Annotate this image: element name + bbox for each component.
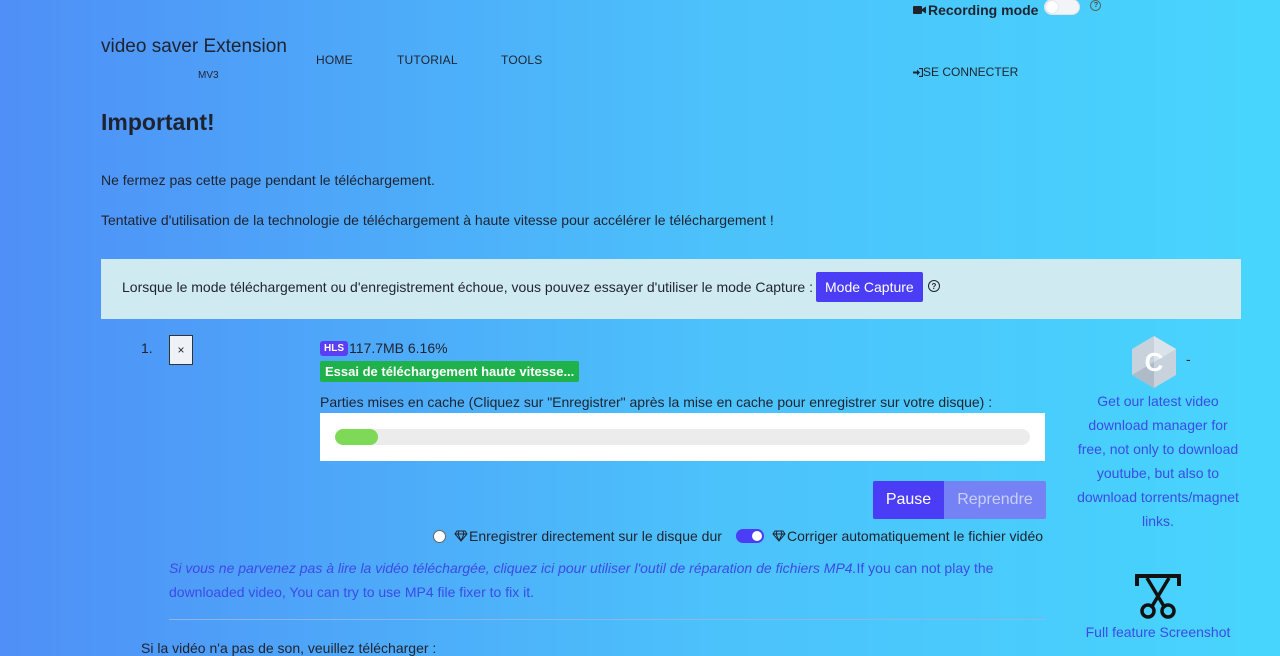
progress-track (335, 429, 1030, 445)
nav-tools[interactable]: TOOLS (501, 53, 542, 67)
progress-fill (335, 429, 378, 445)
stream-type-badge: HLS (320, 341, 348, 356)
promo-download-manager[interactable]: Get our latest video download manager fo… (1074, 389, 1242, 533)
capture-mode-alert: Lorsque le mode téléchargement ou d'enre… (101, 259, 1241, 319)
save-direct-option[interactable]: Enregistrer directement sur le disque du… (433, 528, 722, 544)
recording-mode-label: Recording mode (928, 2, 1039, 18)
alert-text: Lorsque le mode téléchargement ou d'enre… (122, 279, 813, 295)
auto-fix-option[interactable]: Corriger automatiquement le fichier vidé… (736, 528, 1043, 544)
notice-keep-open: Ne fermez pas cette page pendant le télé… (101, 172, 435, 188)
sign-in-icon (913, 67, 924, 78)
help-icon[interactable]: ? (1090, 0, 1102, 11)
cache-progress-panel (320, 413, 1045, 461)
save-direct-radio[interactable] (433, 529, 446, 543)
promo-screenshot[interactable]: Full feature Screenshot (1074, 624, 1242, 640)
login-label: SE CONNECTER (923, 65, 1019, 79)
cached-parts-label: Parties mises en cache (Cliquez sur "Enr… (320, 394, 993, 410)
promo-dash: - (1186, 351, 1191, 367)
screenshot-tool-icon[interactable] (1135, 574, 1181, 620)
login-link[interactable]: SE CONNECTER (913, 65, 1018, 79)
recording-mode: Recording mode ? (913, 0, 1102, 18)
capture-mode-button[interactable]: Mode Capture (816, 272, 923, 302)
brand-title[interactable]: video saver Extension (101, 36, 287, 58)
notice-high-speed: Tentative d'utilisation de la technologi… (101, 212, 774, 228)
divider (169, 619, 1046, 620)
pause-button[interactable]: Pause (873, 481, 944, 519)
remove-download-button[interactable]: × (169, 335, 193, 365)
fixer-italic-text[interactable]: Si vous ne parvenez pas à lire la vidéo … (169, 560, 856, 576)
download-size-progress: 117.7MB 6.16% (349, 340, 448, 356)
brand-version: MV3 (198, 70, 219, 81)
page-title: Important! (101, 109, 215, 135)
recording-mode-toggle[interactable] (1044, 0, 1081, 15)
status-badge: Essai de téléchargement haute vitesse... (320, 361, 580, 382)
mp4-fixer-link[interactable]: Si vous ne parvenez pas à lire la vidéo … (169, 556, 1049, 604)
auto-fix-label: Corriger automatiquement le fichier vidé… (787, 528, 1044, 544)
diamond-icon (772, 530, 786, 542)
download-index: 1. (141, 340, 153, 356)
nav-tutorial[interactable]: TUTORIAL (397, 53, 458, 67)
help-icon[interactable]: ? (928, 280, 940, 292)
no-sound-text: Si la vidéo n'a pas de son, veuillez tél… (141, 640, 437, 656)
c-logo-icon[interactable]: C (1130, 335, 1178, 389)
save-direct-label: Enregistrer directement sur le disque du… (469, 528, 722, 544)
resume-button[interactable]: Reprendre (944, 481, 1046, 519)
auto-fix-toggle[interactable] (736, 529, 764, 543)
nav-home[interactable]: HOME (316, 53, 353, 67)
video-camera-icon (913, 6, 926, 14)
svg-text:C: C (1145, 347, 1164, 377)
diamond-icon (454, 530, 468, 542)
